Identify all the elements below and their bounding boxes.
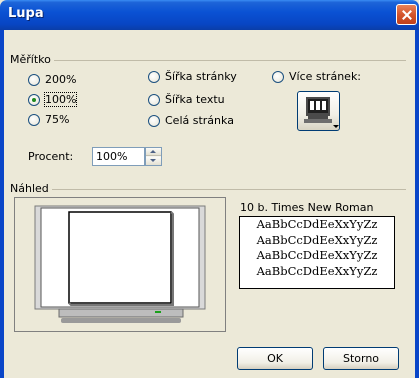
multiple-pages-button[interactable]	[297, 91, 340, 131]
radio-text-width[interactable]: Šířka textu	[148, 93, 225, 106]
radio-whole-page[interactable]: Celá stránka	[148, 114, 234, 127]
window-title: Lupa	[8, 6, 44, 21]
radio-75-circle[interactable]	[28, 113, 40, 126]
cancel-button[interactable]: Storno	[323, 347, 399, 370]
radio-multiple-pages[interactable]: Více stránek:	[272, 70, 361, 83]
ok-button[interactable]: OK	[237, 347, 313, 370]
radio-100[interactable]: 100%	[28, 92, 78, 107]
preview-group-label: Náhled	[10, 182, 52, 195]
radio-whole-page-circle[interactable]	[148, 114, 160, 127]
arrow-down-icon	[150, 159, 156, 162]
radio-page-width[interactable]: Šířka stránky	[148, 70, 237, 83]
spin-up-button[interactable]	[146, 148, 161, 156]
title-bar: Lupa	[0, 0, 419, 30]
radio-text-width-circle[interactable]	[148, 93, 160, 106]
arrow-up-icon	[150, 150, 156, 153]
radio-page-width-circle[interactable]	[148, 70, 160, 83]
sample-line: AaBbCcDdEeXxYyZz	[256, 217, 378, 231]
monitor-preview-icon	[34, 205, 206, 323]
sample-line: AaBbCcDdEeXxYyZz	[256, 232, 378, 247]
radio-whole-page-label: Celá stránka	[165, 114, 234, 127]
sample-line: AaBbCcDdEeXxYyZz	[256, 263, 378, 278]
radio-100-circle[interactable]	[28, 93, 40, 106]
spin-down-button[interactable]	[146, 157, 161, 165]
font-sample-box: AaBbCcDdEeXxYyZz AaBbCcDdEeXxYyZz AaBbCc…	[239, 216, 395, 289]
radio-200-circle[interactable]	[28, 73, 40, 86]
percent-spinner[interactable]	[145, 147, 162, 166]
radio-text-width-label: Šířka textu	[165, 93, 225, 106]
sample-line: AaBbCcDdEeXxYyZz	[256, 248, 378, 262]
preview-group-border	[10, 189, 406, 190]
zoom-group-border	[10, 60, 406, 61]
radio-200[interactable]: 200%	[28, 73, 76, 86]
radio-page-width-label: Šířka stránky	[165, 70, 237, 83]
radio-multiple-pages-label: Více stránek:	[289, 70, 362, 83]
close-button[interactable]	[396, 4, 417, 25]
font-caption: 10 b. Times New Roman	[240, 201, 374, 214]
percent-input[interactable]: 100%	[92, 147, 145, 166]
radio-75-label: 75%	[45, 113, 70, 126]
radio-multiple-pages-circle[interactable]	[272, 70, 284, 83]
radio-200-label: 200%	[45, 73, 77, 86]
percent-label: Procent:	[28, 150, 74, 163]
window-frame-right	[415, 30, 419, 378]
window-frame-left	[0, 30, 4, 378]
monitor-pages-icon	[304, 97, 339, 128]
radio-100-label: 100%	[43, 92, 78, 107]
page-preview	[14, 197, 226, 332]
zoom-group-label: Měřítko	[10, 53, 54, 66]
radio-75[interactable]: 75%	[28, 113, 69, 126]
